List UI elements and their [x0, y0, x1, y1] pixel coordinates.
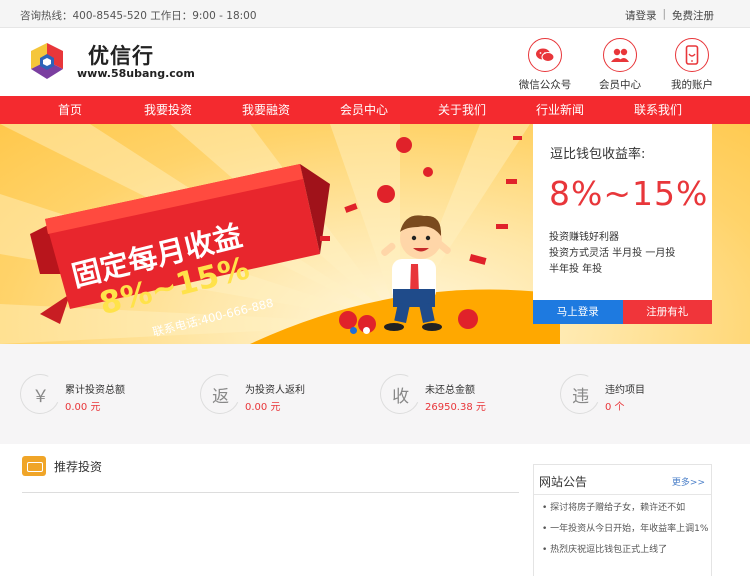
login-link[interactable]: 请登录	[625, 8, 657, 23]
panel-title: 逗比钱包收益率:	[550, 147, 646, 162]
wechat-link[interactable]: 微信公众号	[515, 38, 575, 92]
nav-news[interactable]: 行业新闻	[511, 96, 609, 124]
stat-label: 为投资人返利	[245, 385, 305, 396]
nav-financing[interactable]: 我要融资	[217, 96, 315, 124]
nav-members[interactable]: 会员中心	[315, 96, 413, 124]
content-area: 推荐投资 网站公告 更多>> 探讨将房子赠给子女，赖许还不如 一年投资从今日开始…	[0, 444, 750, 576]
recommend-header: 推荐投资	[22, 456, 102, 476]
stat-value: 0.00 元	[65, 402, 101, 413]
nav-invest[interactable]: 我要投资	[119, 96, 217, 124]
recommend-divider	[22, 492, 519, 493]
panel-rate: 8%~15%	[549, 174, 709, 213]
panel-line-1: 投资赚钱好利器	[549, 232, 619, 243]
stat-value: 26950.38 元	[425, 402, 486, 413]
notice-title: 网站公告	[539, 475, 588, 489]
notice-item[interactable]: 探讨将房子赠给子女，赖许还不如	[542, 498, 708, 519]
brand-name[interactable]: 优信行	[88, 40, 154, 70]
brand-url: www.58ubang.com	[77, 67, 195, 80]
members-icon	[603, 38, 637, 72]
wechat-icon	[528, 38, 562, 72]
phone-account-icon	[675, 38, 709, 72]
nav-home[interactable]: 首页	[21, 96, 119, 124]
yield-panel: 逗比钱包收益率: 8%~15% 投资赚钱好利器 投资方式灵活 半月投 一月投 半…	[533, 124, 712, 324]
register-gift-button[interactable]: 注册有礼	[622, 300, 712, 324]
register-link[interactable]: 免费注册	[672, 8, 714, 23]
slide-dots	[350, 327, 370, 334]
slide-dot-1[interactable]	[350, 327, 357, 334]
header: 优信行 www.58ubang.com 微信公众号 会员中心 我的账户	[0, 28, 750, 96]
recommend-title: 推荐投资	[54, 459, 103, 474]
panel-description: 投资赚钱好利器 投资方式灵活 半月投 一月投 半年投 年投	[549, 230, 709, 278]
stat-label: 未还总金额	[425, 385, 475, 396]
notice-item[interactable]: 热烈庆祝逗比钱包正式上线了	[542, 540, 708, 561]
main-nav: 首页 我要投资 我要融资 会员中心 关于我们 行业新闻 联系我们	[0, 96, 750, 124]
yuan-icon: ￥	[14, 368, 66, 420]
auth-separator: |	[662, 8, 666, 20]
notice-divider	[534, 494, 711, 495]
login-now-button[interactable]: 马上登录	[533, 300, 623, 324]
nav-contact[interactable]: 联系我们	[609, 96, 707, 124]
account-link[interactable]: 我的账户	[662, 38, 722, 92]
stats-bar: ￥ 累计投资总额 0.00 元 返 为投资人返利 0.00 元 收 未还总金额 …	[0, 344, 750, 444]
slide-dot-2[interactable]	[363, 327, 370, 334]
members-label: 会员中心	[599, 79, 641, 91]
hero-banner[interactable]: 固定每月收益 8%~15% 联系电话:400-666-888 逗比钱包收益率: …	[0, 124, 750, 344]
default-icon: 违	[554, 368, 606, 420]
panel-line-2: 投资方式灵活 半月投 一月投	[549, 248, 676, 259]
notice-item[interactable]: 一年投资从今日开始，年收益率上调1%	[542, 519, 708, 540]
notice-list: 探讨将房子赠给子女，赖许还不如 一年投资从今日开始，年收益率上调1% 热烈庆祝逗…	[542, 498, 708, 561]
top-bar: 咨询热线：400-8545-520 工作日：9:00 - 18:00 请登录 |…	[0, 0, 750, 28]
panel-line-3: 半年投 年投	[549, 264, 603, 275]
stat-value: 0.00 元	[245, 402, 281, 413]
notice-more-link[interactable]: 更多>>	[672, 475, 705, 488]
auth-links: 请登录 | 免费注册	[625, 8, 714, 23]
members-link[interactable]: 会员中心	[590, 38, 650, 92]
money-icon	[22, 456, 46, 476]
account-label: 我的账户	[671, 79, 713, 91]
wechat-label: 微信公众号	[518, 79, 572, 91]
rebate-icon: 返	[194, 368, 246, 420]
collect-icon: 收	[374, 368, 426, 420]
stat-label: 累计投资总额	[65, 385, 125, 396]
hotline-text: 咨询热线：400-8545-520 工作日：9:00 - 18:00	[20, 10, 257, 22]
stat-value: 0 个	[605, 402, 625, 413]
stat-label: 违约项目	[605, 385, 645, 396]
notice-box: 网站公告 更多>> 探讨将房子赠给子女，赖许还不如 一年投资从今日开始，年收益率…	[533, 464, 712, 576]
nav-about[interactable]: 关于我们	[413, 96, 511, 124]
logo-cube-icon[interactable]	[27, 41, 67, 81]
